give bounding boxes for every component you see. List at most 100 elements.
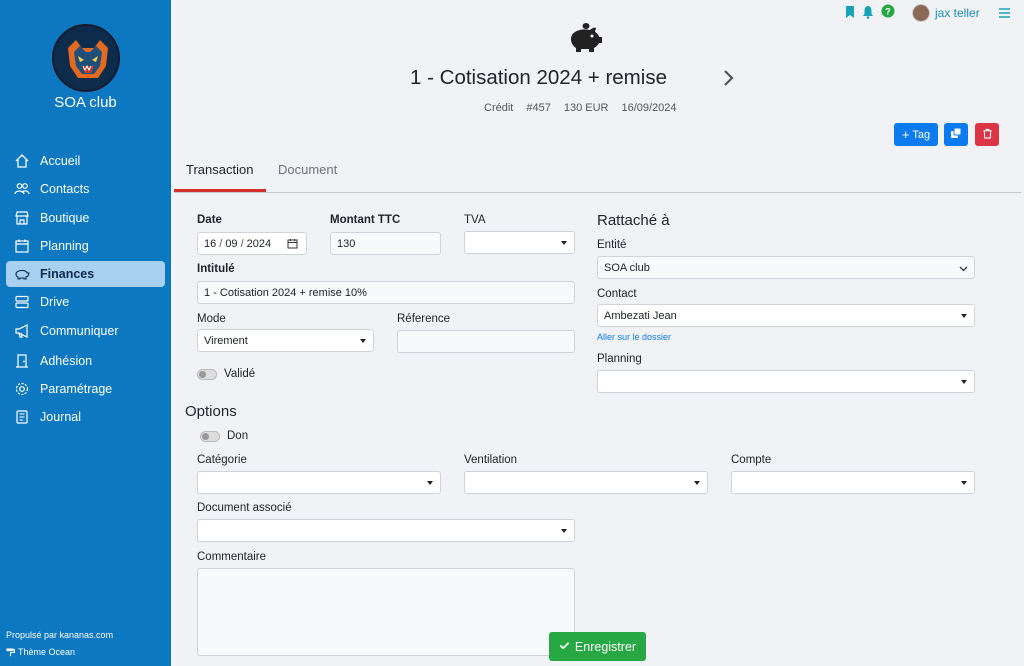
account-select[interactable] (731, 471, 975, 494)
theme-label: Thème Ocean (18, 647, 76, 657)
tab-document[interactable]: Document (278, 162, 337, 193)
club-logo[interactable] (52, 24, 120, 92)
club-name: SOA club (54, 94, 117, 111)
bookmark-icon[interactable] (844, 5, 856, 19)
chevron-right-icon[interactable] (721, 68, 737, 88)
contact-file-link[interactable]: Aller sur le dossier (597, 332, 671, 342)
title-input[interactable]: 1 - Cotisation 2024 + remise 10% (197, 281, 575, 304)
contact-label: Contact (597, 288, 637, 300)
transaction-amount: 130 EUR (563, 102, 609, 114)
hamburger-icon[interactable] (999, 7, 1010, 18)
entity-value: SOA club (604, 261, 650, 274)
planning-select[interactable] (597, 370, 975, 393)
shop-icon (14, 210, 30, 226)
tva-select[interactable] (464, 231, 575, 254)
duplicate-button[interactable] (944, 123, 968, 146)
document-select[interactable] (197, 519, 575, 542)
date-separator: / (240, 237, 244, 250)
caret-down-icon (360, 339, 366, 343)
caret-down-icon (961, 314, 967, 318)
home-icon (14, 153, 30, 169)
ventilation-label: Ventilation (464, 454, 518, 466)
account-label: Compte (731, 454, 772, 466)
caret-down-icon (961, 380, 967, 384)
reference-label: Réference (397, 313, 451, 325)
mode-select[interactable]: Virement (197, 329, 374, 352)
journal-icon (14, 409, 30, 425)
sidebar-item-label: Communiquer (40, 323, 119, 338)
contact-select[interactable]: Ambezati Jean (597, 304, 975, 327)
validated-label: Validé (224, 368, 256, 380)
powered-by-link[interactable]: Propulsé par kananas.com (6, 630, 113, 640)
sidebar-item-label: Adhésion (40, 353, 93, 368)
date-year: 2024 (246, 237, 272, 250)
sidebar-item-accueil[interactable]: Accueil (6, 148, 165, 174)
options-title: Options (185, 403, 237, 420)
calendar-icon[interactable] (287, 238, 298, 252)
title-label: Intitulé (197, 263, 235, 275)
theme-selector[interactable]: Thème Ocean (6, 647, 75, 657)
comment-textarea[interactable] (197, 568, 575, 656)
planning-label: Planning (597, 353, 642, 365)
add-tag-button[interactable]: + Tag (894, 123, 938, 146)
bell-icon[interactable] (862, 5, 874, 19)
trash-icon (982, 128, 993, 142)
sidebar-item-journal[interactable]: Journal (6, 404, 165, 430)
delete-button[interactable] (975, 123, 999, 146)
entity-select[interactable]: SOA club (597, 256, 975, 279)
date-label: Date (197, 214, 222, 226)
date-field[interactable]: 16 / 09 / 2024 (197, 232, 307, 255)
avatar (912, 4, 930, 22)
check-icon (559, 640, 570, 654)
sidebar-item-label: Boutique (40, 210, 90, 225)
transaction-meta: Crédit #457 130 EUR 16/09/2024 (484, 102, 677, 114)
copy-icon (950, 127, 962, 142)
tabs: Transaction Document (174, 157, 1021, 193)
sidebar-item-adhesion[interactable]: Adhésion (6, 348, 165, 374)
calendar-icon (14, 238, 30, 254)
svg-text:?: ? (885, 7, 891, 17)
drive-icon (14, 294, 30, 310)
date-day: 16 (204, 237, 217, 250)
category-select[interactable] (197, 471, 441, 494)
amount-input[interactable]: 130 (330, 232, 441, 255)
don-toggle[interactable] (200, 431, 220, 442)
sidebar-item-finances[interactable]: Finances (6, 261, 165, 288)
sidebar-item-label: Paramétrage (40, 382, 113, 397)
help-icon[interactable]: ? (881, 4, 895, 18)
active-tab-underline (174, 189, 266, 192)
sidebar-item-boutique[interactable]: Boutique (6, 205, 165, 231)
user-menu[interactable]: jax teller (912, 4, 980, 22)
tva-label: TVA (464, 214, 486, 226)
mode-label: Mode (197, 313, 226, 325)
sidebar-item-contacts[interactable]: Contacts (6, 176, 165, 202)
sidebar-item-communiquer[interactable]: Communiquer (6, 318, 165, 344)
entity-label: Entité (597, 239, 627, 251)
door-icon (14, 353, 30, 369)
validated-toggle[interactable] (197, 369, 217, 380)
caret-down-icon (427, 481, 433, 485)
reference-input[interactable] (397, 330, 575, 353)
caret-down-icon (561, 241, 567, 245)
paint-roller-icon (6, 647, 16, 657)
save-button[interactable]: Enregistrer (549, 632, 646, 661)
sidebar-item-parametrage[interactable]: Paramétrage (6, 376, 165, 402)
sidebar-item-label: Accueil (40, 154, 81, 168)
caret-down-icon (961, 481, 967, 485)
sidebar-item-planning[interactable]: Planning (6, 233, 165, 259)
transaction-number: #457 (526, 102, 551, 114)
amount-label: Montant TTC (330, 214, 401, 226)
sidebar-item-label: Journal (40, 410, 81, 425)
plus-icon: + (901, 127, 910, 142)
caret-down-icon (561, 529, 567, 533)
sidebar-item-label: Contacts (40, 182, 90, 197)
sidebar-item-label: Drive (40, 295, 70, 310)
ventilation-select[interactable] (464, 471, 708, 494)
sidebar: SOA club Accueil Contacts Boutique Plann… (0, 0, 171, 666)
piggy-bank-icon (568, 22, 604, 54)
contact-value: Ambezati Jean (604, 309, 677, 322)
document-label: Document associé (197, 502, 292, 514)
sidebar-item-label: Finances (40, 267, 95, 282)
sidebar-item-drive[interactable]: Drive (6, 289, 165, 315)
comment-label: Commentaire (197, 551, 267, 563)
